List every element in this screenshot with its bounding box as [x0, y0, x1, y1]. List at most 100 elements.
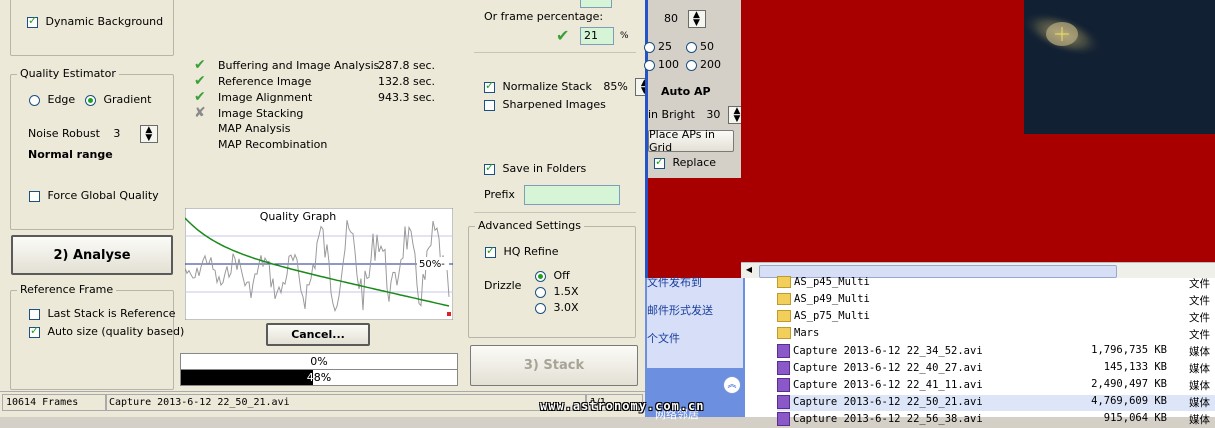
analyse-button[interactable]: 2) Analyse: [11, 235, 173, 275]
force-global-quality-checkbox[interactable]: Force Global Quality: [29, 189, 159, 202]
task-link-1[interactable]: 文件发布到: [647, 274, 702, 290]
graph-title: Quality Graph: [260, 210, 337, 223]
task-link-3[interactable]: 个文件: [647, 330, 680, 346]
file-type: 媒体: [1189, 380, 1210, 392]
file-row[interactable]: AS_p45_Multi 文件: [777, 276, 1215, 292]
collapse-chevron-icon[interactable]: ︽: [723, 376, 741, 394]
group-title: Quality Estimator: [17, 67, 119, 80]
file-size: 2,490,497 KB: [1091, 378, 1167, 390]
file-name: AS_p45_Multi: [794, 276, 870, 288]
step-label: Reference Image: [218, 75, 312, 88]
min-bright-value: 30: [706, 108, 721, 121]
sharpened-images-checkbox[interactable]: Sharpened Images: [484, 98, 606, 111]
file-row[interactable]: Capture 2013-6-12 22_56_38.avi 915,064 KB…: [777, 412, 1215, 428]
check-icon: ✔: [194, 57, 206, 73]
place-aps-in-grid-button[interactable]: Place APs in Grid: [648, 128, 734, 154]
file-size: 1,796,735 KB: [1091, 344, 1167, 356]
drizzle-off-radio[interactable]: Off: [535, 269, 570, 282]
group-title: Advanced Settings: [475, 219, 584, 232]
radio-icon[interactable]: [686, 59, 697, 71]
video-file-icon: [777, 395, 790, 409]
file-name: Capture 2013-6-12 22_41_11.avi: [793, 379, 983, 391]
replace-checkbox[interactable]: Replace: [654, 155, 716, 169]
file-row[interactable]: Capture 2013-6-12 22_41_11.avi 2,490,497 …: [777, 378, 1215, 394]
frame-percentage-input[interactable]: 21: [580, 27, 614, 45]
folder-icon: [777, 293, 791, 305]
file-type: 媒体: [1189, 414, 1210, 426]
edge-radio[interactable]: Edge: [29, 93, 75, 106]
radio-icon[interactable]: [535, 286, 546, 298]
progress-text: 48%: [306, 371, 332, 384]
normalize-stack-checkbox[interactable]: Normalize Stack 85% ▲▼: [484, 78, 654, 96]
min-bright-row: in Bright 30 ▲ ▼: [648, 106, 746, 124]
video-file-icon: [777, 361, 790, 375]
explorer-gutter: [745, 278, 775, 417]
file-type: 媒体: [1189, 363, 1210, 375]
ap-size-200-radio[interactable]: 200: [686, 58, 721, 71]
radio-icon[interactable]: [85, 94, 96, 106]
file-name: Mars: [794, 327, 820, 339]
file-row[interactable]: Capture 2013-6-12 22_50_21.avi 4,769,609 …: [777, 395, 1215, 411]
radio-icon[interactable]: [535, 270, 546, 282]
file-row[interactable]: Capture 2013-6-12 22_34_52.avi 1,796,735 …: [777, 344, 1215, 360]
radio-icon[interactable]: [29, 94, 40, 106]
quality-estimator-group: Quality Estimator Edge Gradient Noise Ro…: [10, 67, 174, 230]
step-label: MAP Analysis: [218, 122, 291, 135]
step-label: Image Stacking: [218, 107, 304, 120]
ap-size-100-radio[interactable]: 100: [644, 58, 679, 71]
explorer-left-pane: 文件发布到 邮件形式发送 个文件 ︽ 网络邻居: [645, 276, 745, 421]
prefix-input[interactable]: [524, 185, 620, 205]
task-link-2[interactable]: 邮件形式发送: [647, 302, 713, 318]
gradient-radio[interactable]: Gradient: [85, 93, 151, 106]
current-file: Capture 2013-6-12 22_50_21.avi: [105, 394, 586, 411]
normalize-value: 85%: [603, 80, 628, 93]
ap-size-50-radio[interactable]: 50: [686, 40, 714, 53]
spinner-arrows-icon[interactable]: ▲▼: [139, 125, 158, 143]
scroll-left-icon[interactable]: ◀: [743, 265, 755, 277]
save-in-folders-checkbox[interactable]: Save in Folders: [484, 161, 586, 175]
file-type: 文件: [1189, 278, 1210, 290]
checkbox-icon[interactable]: [484, 79, 495, 93]
checkbox-icon[interactable]: [27, 14, 38, 28]
file-row[interactable]: AS_p75_Multi 文件: [777, 310, 1215, 326]
checkbox-icon[interactable]: [484, 161, 495, 175]
ap-size-25-radio[interactable]: 25: [644, 40, 672, 53]
dynamic-background-checkbox[interactable]: Dynamic Background: [27, 14, 163, 28]
drizzle-30-radio[interactable]: 3.0X: [535, 301, 579, 314]
checkbox-icon[interactable]: [29, 324, 40, 338]
in-progress-icon: ✘: [194, 105, 206, 121]
checkbox-icon[interactable]: [29, 308, 40, 320]
drizzle-15-radio[interactable]: 1.5X: [535, 285, 579, 298]
watermark-text: www.astronomy.com.cn: [540, 399, 705, 413]
radio-icon[interactable]: [644, 41, 655, 53]
step-time: 943.3 sec.: [378, 91, 436, 104]
checkbox-icon[interactable]: [484, 99, 495, 111]
radio-icon[interactable]: [535, 302, 546, 314]
auto-size-checkbox[interactable]: Auto size (quality based): [29, 324, 184, 338]
file-row[interactable]: Mars 文件: [777, 327, 1215, 343]
frame-count-input[interactable]: [580, 0, 612, 8]
separator: [474, 52, 636, 53]
checkbox-icon[interactable]: [654, 155, 665, 169]
check-icon: ✔: [556, 26, 570, 45]
autostakkert-main-window: Dynamic Background Quality Estimator Edg…: [0, 0, 654, 417]
video-file-icon: [777, 344, 790, 358]
checkbox-icon[interactable]: [485, 244, 496, 258]
radio-icon[interactable]: [686, 41, 697, 53]
radio-icon[interactable]: [644, 59, 655, 71]
file-row[interactable]: Capture 2013-6-12 22_40_27.avi 145,133 KB…: [777, 361, 1215, 377]
saturn-image: [1022, 11, 1102, 57]
file-type: 媒体: [1189, 397, 1210, 409]
graph-50-percent-label: 50%-: [419, 259, 445, 270]
cancel-button[interactable]: Cancel...: [266, 323, 370, 346]
last-stack-reference-checkbox[interactable]: Last Stack is Reference: [29, 307, 176, 320]
hq-refine-checkbox[interactable]: HQ Refine: [485, 244, 559, 258]
stack-button[interactable]: 3) Stack: [470, 345, 638, 386]
progress-step: ✘ Image Stacking: [194, 106, 378, 120]
normal-range-label: Normal range: [28, 148, 113, 161]
checkbox-icon[interactable]: [29, 190, 40, 202]
file-name: Capture 2013-6-12 22_56_38.avi: [793, 413, 983, 425]
spinner-arrows-icon[interactable]: ▲▼: [687, 10, 706, 28]
noise-robust-value: 3: [113, 127, 121, 140]
file-row[interactable]: AS_p49_Multi 文件: [777, 293, 1215, 309]
